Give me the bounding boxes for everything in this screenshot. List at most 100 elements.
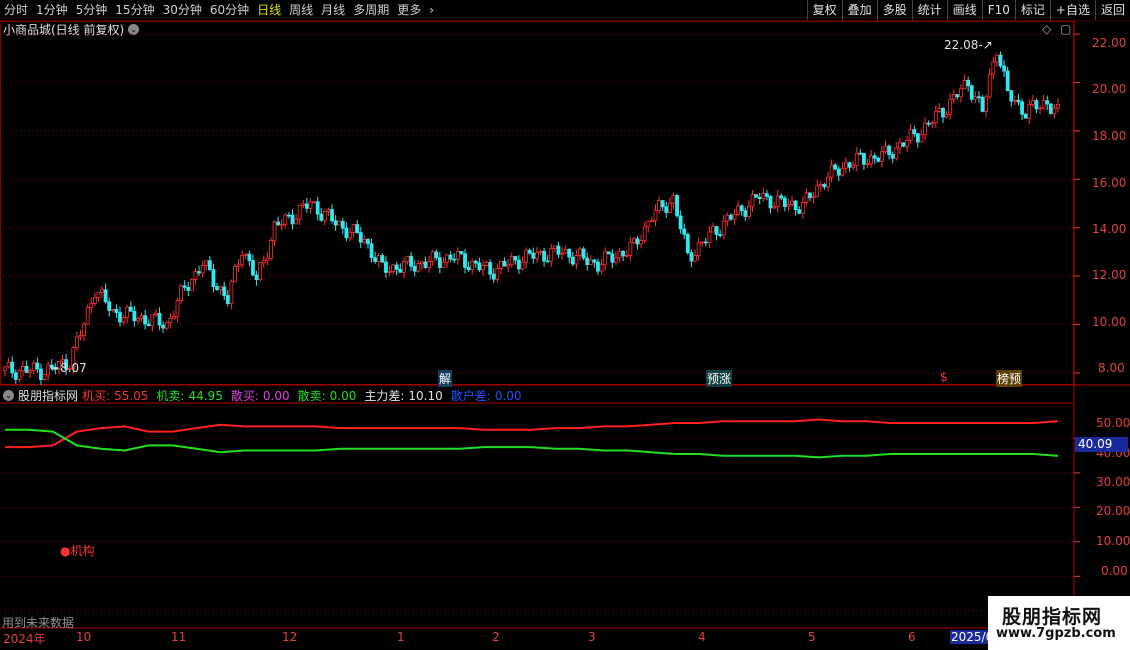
candle-body [269, 240, 273, 259]
watermark-url: www.7gpzb.com [996, 626, 1116, 641]
candle-body [948, 98, 953, 115]
candle-body [606, 251, 611, 255]
indicator-item-value: 0.00 [494, 388, 522, 403]
candle-body [175, 300, 180, 317]
candle-body [966, 79, 971, 87]
series-line-institution-buy [5, 418, 1059, 449]
candle-body [1009, 90, 1014, 102]
candle-body [815, 185, 820, 197]
candle-body [955, 94, 960, 98]
candle-body [146, 323, 151, 326]
candle-body [391, 264, 396, 272]
candle-body [718, 234, 723, 237]
candle-body [304, 203, 309, 209]
candle-body [441, 261, 446, 268]
panel-toggle-icon[interactable]: ▢ [1060, 22, 1071, 36]
candle-body [315, 201, 320, 215]
candle-body [549, 248, 554, 262]
candle-body [657, 200, 661, 211]
candle-body [621, 251, 626, 257]
candle-body [161, 324, 166, 329]
candle-body [563, 248, 568, 254]
candle-body [358, 232, 363, 243]
candle-body [951, 94, 956, 100]
candle-body [919, 134, 924, 143]
candle-body [222, 286, 227, 296]
indicator-item-value: 0.00 [262, 388, 290, 403]
candle-body [614, 257, 618, 263]
candle-body [520, 261, 525, 270]
candle-body [908, 129, 913, 141]
candle-body [502, 260, 507, 267]
candle-body [592, 259, 597, 263]
candle-body [495, 268, 500, 280]
candle-body [797, 209, 802, 214]
price-tick: 16.00 [1092, 176, 1127, 190]
candle-body [754, 194, 759, 198]
candle-body [732, 214, 737, 220]
candle-body [481, 265, 485, 271]
marker-rank[interactable]: 榜预 [996, 370, 1023, 387]
candle-body [499, 260, 503, 269]
candle-body [696, 242, 701, 256]
candle-body [139, 315, 144, 319]
candle-body [890, 154, 895, 159]
candle-body [207, 260, 212, 271]
candle-body [995, 54, 999, 63]
candle-body [944, 113, 949, 118]
candle-body [387, 271, 392, 273]
date-label: 4 [698, 630, 706, 644]
candle-body [524, 249, 529, 263]
candle-body [542, 250, 546, 262]
candle-body [844, 162, 848, 169]
candle-body [880, 151, 884, 162]
candle-body [254, 274, 259, 281]
price-tick: 12.00 [1092, 268, 1127, 282]
candle-body [488, 262, 493, 275]
marker-unlock[interactable]: 解 [438, 370, 453, 387]
candle-body [236, 264, 241, 267]
date-label: 2024年 [3, 632, 46, 646]
candle-body [78, 335, 83, 338]
price-tick: 8.00 [1098, 361, 1125, 375]
candle-body [1030, 100, 1035, 105]
marker-dollar[interactable]: $ [940, 370, 948, 384]
candle-body [402, 261, 406, 273]
candle-body [538, 250, 543, 253]
chevron-down-icon[interactable]: ⌄ [3, 390, 14, 401]
candle-body [671, 195, 676, 204]
candle-body [811, 195, 816, 199]
marker-forecast[interactable]: 预涨 [706, 370, 733, 387]
candle-body [506, 264, 511, 267]
candle-body [772, 206, 776, 209]
chart-area[interactable] [0, 0, 1130, 650]
candle-body [531, 252, 536, 259]
indicator-item-label: 散户差: [450, 389, 491, 403]
candle-body [322, 211, 327, 221]
indicator-name[interactable]: 股朋指标网 [18, 387, 78, 404]
candle-body [484, 262, 489, 266]
candle-body [642, 226, 647, 241]
candle-body [477, 262, 482, 271]
diamond-icon[interactable]: ◇ [1042, 22, 1051, 36]
candle-body [876, 157, 881, 162]
candle-body [326, 209, 331, 213]
candle-body [74, 336, 79, 349]
candle-body [721, 220, 726, 236]
candle-body [39, 368, 43, 381]
candle-body [164, 322, 169, 329]
candle-body [517, 259, 521, 270]
candle-body [711, 226, 715, 233]
candle-body [172, 315, 176, 319]
candle-body [373, 257, 378, 263]
candle-body [182, 285, 187, 288]
candle-body [17, 370, 22, 380]
candle-body [617, 251, 622, 259]
candle-body [707, 231, 712, 243]
candle-body [750, 194, 755, 207]
candle-body [649, 220, 654, 223]
candle-body [574, 255, 579, 265]
price-tick: 10.00 [1092, 315, 1127, 329]
candle-body [96, 291, 101, 298]
indicator-item-label: 主力差: [364, 389, 405, 403]
